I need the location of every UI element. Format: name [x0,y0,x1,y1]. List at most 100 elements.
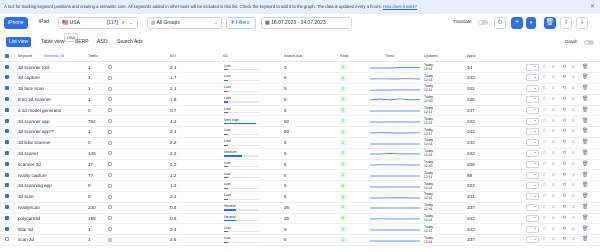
row-dropdown[interactable] [526,139,539,147]
search-icon[interactable]: ⌕ [572,226,575,233]
keyword-text[interactable]: lidar 3d [18,227,33,232]
filters-button[interactable]: ⧩ Filters [226,17,256,29]
star-icon[interactable]: ☆ [542,226,546,233]
table-row[interactable]: reality capture 77 1.2 Low 5 1 Today 12:1… [0,170,600,182]
history-icon[interactable]: ⟲ [562,193,566,200]
search-icon[interactable]: ⌕ [572,107,575,114]
star-icon[interactable]: ☆ [542,74,546,81]
delete-icon[interactable]: 🗑 [544,17,556,29]
eye-icon[interactable] [108,75,112,80]
table-row[interactable]: 3d scanner app 794 4.2 Very high 50 1 To… [0,116,600,128]
star-icon[interactable]: ☆ [542,161,546,168]
keyword-text[interactable]: lmro 3d scanner [18,97,51,102]
row-checkbox[interactable] [5,183,9,188]
tab-table-view[interactable]: Table view [38,37,67,47]
star-icon[interactable]: ☆ [542,172,546,179]
history-icon[interactable]: ⟲ [562,139,566,146]
row-dropdown[interactable] [526,236,539,244]
eye-icon[interactable] [108,86,112,91]
table-row[interactable]: 3d capture 1 1.7 Low 8 1 Today 12:41 242 … [0,73,600,84]
row-checkbox[interactable] [5,150,9,155]
delete-icon[interactable]: 🗑 [582,64,588,71]
table-row[interactable]: lidar 3d 1 3.4 Low 5 1 Today 12:41 242 ☆ … [0,224,600,236]
search-icon[interactable]: ⌕ [572,193,575,200]
graph-toggle[interactable] [584,40,594,45]
search-icon[interactable]: ⌕ [572,118,575,125]
search-icon[interactable]: ⌕ [572,96,575,103]
search-icon[interactable]: ⌕ [552,182,555,189]
delete-icon[interactable]: 🗑 [582,118,588,125]
tab-list-view[interactable]: List view [6,37,32,47]
search-icon[interactable]: ⌕ [572,172,575,179]
delete-icon[interactable]: 🗑 [582,150,588,157]
eye-icon[interactable] [108,173,112,177]
col-kd[interactable]: KD [223,54,228,58]
delete-icon[interactable]: 🗑 [582,204,588,211]
col-search-ads[interactable]: Search Ads [284,54,302,58]
col-rank[interactable]: Rank [340,54,348,58]
search-icon[interactable]: ⌕ [552,128,555,135]
delete-icon[interactable]: 🗑 [582,85,588,92]
search-icon[interactable]: ⌕ [572,64,575,71]
search-icon[interactable]: ⌕ [552,172,555,179]
search-icon[interactable]: ⌕ [552,74,555,81]
table-row[interactable]: 3d scanner app™ 1 2.1 Low 50 1 Today 12:1… [0,127,600,138]
history-icon[interactable]: ⟲ [562,64,566,71]
tab-search-ads[interactable]: Search Ads [114,37,146,47]
star-icon[interactable]: ☆ [542,150,546,157]
history-icon[interactable]: ⟲ [562,236,566,243]
how-it-works-link[interactable]: How does it work? [383,4,417,9]
delete-icon[interactable]: 🗑 [582,182,588,189]
col-apps[interactable]: Apps [467,54,475,58]
row-checkbox[interactable] [5,204,9,209]
row-dropdown[interactable] [526,63,539,71]
row-dropdown[interactable] [526,149,539,157]
keyword-text[interactable]: scan 3d [18,237,34,242]
star-icon[interactable]: ☆ [542,215,546,222]
table-row[interactable]: 3d lidar scanner 0 2.2 Low 5 1 Today 12:4… [0,138,600,149]
row-dropdown[interactable] [526,203,539,211]
eye-icon[interactable] [108,216,112,221]
row-checkbox[interactable] [5,75,9,80]
search-icon[interactable]: ⌕ [572,182,575,189]
table-row[interactable]: realityscan 230 0.3 Neutral 26 1 Today 12… [0,202,600,214]
search-icon[interactable]: ⌕ [552,118,555,125]
row-checkbox[interactable] [5,129,9,134]
refresh-icon[interactable]: ↻ [494,17,506,29]
table-row[interactable]: lmro 3d scanner 1 1.8 Low 5 1 Today 12:43… [0,94,600,106]
delete-icon[interactable]: 🗑 [582,96,588,103]
search-icon[interactable]: ⌕ [572,236,575,243]
history-icon[interactable]: ⟲ [562,182,566,189]
keyword-text[interactable]: a 3d model generator [18,108,62,113]
search-icon[interactable]: ⌕ [552,150,555,157]
delete-icon[interactable]: 🗑 [582,161,588,168]
history-icon[interactable]: ⟲ [562,204,566,211]
select-all-checkbox[interactable] [5,54,9,58]
row-checkbox[interactable] [5,194,9,199]
delete-icon[interactable]: 🗑 [582,226,588,233]
table-row[interactable]: 3d scan 0 2.1 Low 5 1 Today 12:41 241 ☆ ⌕… [0,192,600,203]
row-dropdown[interactable] [526,160,539,168]
country-select[interactable]: 🇺🇸 USA [117] ★ ⌄ [58,17,138,29]
upload-icon[interactable]: ⇧ [560,17,572,29]
eye-icon[interactable] [108,97,112,102]
star-icon[interactable]: ☆ [542,107,546,114]
history-icon[interactable]: ⟲ [562,118,566,125]
table-row[interactable]: polycam3d 189 0.6 Neutral 26 1 Today 12:4… [0,213,600,225]
delete-icon[interactable]: 🗑 [582,236,588,243]
delete-icon[interactable]: 🗑 [582,107,588,114]
star-icon[interactable]: ☆ [542,128,546,135]
row-checkbox[interactable] [5,86,9,91]
close-banner-icon[interactable]: ✕ [590,3,595,10]
add-menu-chevron-icon[interactable]: ▾ [526,17,536,29]
translate-toggle[interactable] [478,20,488,25]
star-icon[interactable]: ☆ [542,139,546,146]
row-dropdown[interactable] [526,171,539,179]
search-icon[interactable]: ⌕ [552,193,555,200]
keyword-text[interactable]: 3d scaner [18,151,38,156]
history-icon[interactable]: ⟲ [562,215,566,222]
search-icon[interactable]: ⌕ [552,107,555,114]
col-kei[interactable]: KEI [170,54,176,58]
eye-icon[interactable] [108,183,112,188]
search-icon[interactable]: ⌕ [572,161,575,168]
